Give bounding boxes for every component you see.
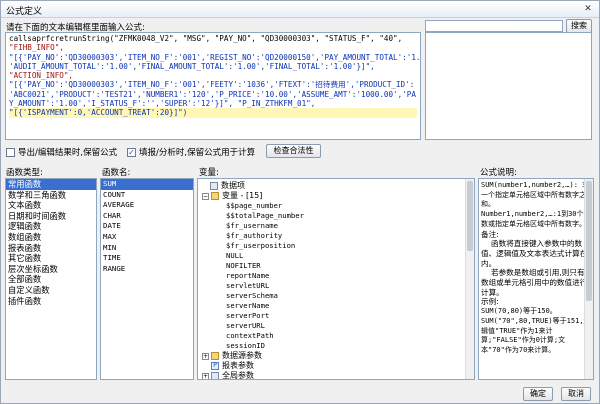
formula-description: SUM(number1,number2,…): 求一个指定单元格区域中所有数字之… bbox=[478, 178, 594, 380]
list-item[interactable]: 自定义函数 bbox=[6, 285, 96, 296]
parameter-icon: P bbox=[211, 362, 219, 370]
search-input[interactable] bbox=[425, 20, 563, 32]
func-name-header: 函数名: bbox=[102, 168, 131, 178]
database-icon bbox=[210, 182, 218, 190]
checkbox-box[interactable]: ✓ bbox=[127, 147, 136, 157]
tree-node-ds-params[interactable]: + 数据源参数 bbox=[202, 351, 262, 361]
list-item[interactable]: SUM bbox=[101, 179, 193, 190]
tree-leaf[interactable]: $$totalPage_number bbox=[226, 211, 304, 221]
tree-leaf[interactable]: $fr_userposition bbox=[226, 241, 295, 251]
checkbox-box[interactable] bbox=[6, 147, 15, 157]
search-results-panel bbox=[425, 32, 592, 140]
tree-leaf[interactable]: $fr_authority bbox=[226, 231, 282, 241]
editor-line: "[{'PAY_NO':'QD30000303','ITEM_NO_F':'00… bbox=[9, 52, 421, 62]
desc-line: 若参数是数组或引用,则只有数组或单元格引用中的数值进行计算。 bbox=[481, 268, 588, 297]
func-type-header: 函数类型: bbox=[6, 168, 43, 178]
list-item[interactable]: 插件函数 bbox=[6, 296, 96, 307]
editor-line: 'ABC0021','PRODUCT':'TEST21','NUMBER1':'… bbox=[9, 89, 416, 99]
vertical-scrollbar[interactable] bbox=[584, 179, 593, 379]
editor-line: Y_AMOUNT':'1.00','I_STATUS_F':'','SUPER'… bbox=[9, 99, 316, 109]
tree-leaf[interactable]: contextPath bbox=[226, 331, 274, 341]
list-item[interactable]: RANGE bbox=[101, 264, 193, 275]
desc-line: 函数将直接键入参数中的数值、逻辑值及文本表达式计算在内。 bbox=[481, 239, 588, 268]
globe-icon bbox=[211, 372, 219, 379]
list-item[interactable]: MAX bbox=[101, 232, 193, 243]
close-icon[interactable]: ✕ bbox=[581, 3, 595, 15]
tree-node-global-params[interactable]: + 全局参数 bbox=[202, 371, 254, 379]
title-bar: 公式定义 ✕ bbox=[1, 1, 599, 18]
validate-button[interactable]: 检查合法性 bbox=[266, 144, 321, 158]
search-button[interactable]: 搜索 bbox=[566, 19, 592, 33]
formula-editor[interactable]: callsaprfcretrunString("ZFMK0048_V2", "M… bbox=[5, 32, 421, 140]
tree-leaf[interactable]: serverURL bbox=[226, 321, 265, 331]
scrollbar-thumb[interactable] bbox=[467, 181, 473, 251]
desc-line: 备注: bbox=[481, 229, 499, 239]
list-item[interactable]: AVERAGE bbox=[101, 200, 193, 211]
tree-leaf[interactable]: servletURL bbox=[226, 281, 269, 291]
ok-button[interactable]: 确定 bbox=[523, 387, 553, 401]
func-name-list[interactable]: SUM COUNT AVERAGE CHAR DATE MAX MIN TIME… bbox=[100, 178, 194, 380]
list-item[interactable]: 常用函数 bbox=[6, 179, 96, 190]
tree-leaf[interactable]: NOFILTER bbox=[226, 261, 261, 271]
list-item[interactable]: 全部函数 bbox=[6, 274, 96, 285]
list-item[interactable]: CHAR bbox=[101, 211, 193, 222]
checkbox-label: 填报/分析时,保留公式用于计算 bbox=[139, 148, 256, 158]
list-item[interactable]: COUNT bbox=[101, 190, 193, 201]
list-item[interactable]: 数学和三角函数 bbox=[6, 190, 96, 201]
desc-header: 公式说明: bbox=[480, 168, 517, 178]
tree-leaf[interactable]: sessionID bbox=[226, 341, 265, 351]
desc-line: 示例: bbox=[481, 297, 499, 307]
list-item[interactable]: 层次坐标函数 bbox=[6, 264, 96, 275]
tree-leaf[interactable]: $$page_number bbox=[226, 201, 282, 211]
desc-line: SUM(number1,number2,…): 求一个指定单元格区域中所有数字之… bbox=[481, 181, 590, 209]
editor-line: callsaprfcretrunString("ZFMK0048_V2", "M… bbox=[9, 34, 403, 43]
list-item[interactable]: 日期和时间函数 bbox=[6, 211, 96, 222]
tree-node-report-params[interactable]: P 报表参数 bbox=[211, 361, 254, 371]
list-item[interactable]: TIME bbox=[101, 253, 193, 264]
desc-line: Number1,number2,…:1到30个参数或指定单元格区域中所有数字。 bbox=[481, 210, 591, 228]
tree-node-variables[interactable]: − 变量 - [15] bbox=[202, 191, 262, 201]
editor-line: 'AUDIT_AMOUNT_TOTAL':'1.00','FINAL_AMOUN… bbox=[9, 61, 375, 71]
editor-line: "[{'PAY_NO':'QD30000303','ITEM_NO_F':'00… bbox=[9, 80, 415, 90]
desc-line: SUM(70,80)等于150。 bbox=[481, 307, 557, 316]
expand-icon[interactable]: + bbox=[202, 372, 209, 379]
tree-leaf[interactable]: serverName bbox=[226, 301, 269, 311]
tree-leaf[interactable]: reportName bbox=[226, 271, 269, 281]
variables-tree[interactable]: 数据项 − 变量 - [15] $$page_number $$totalPage… bbox=[197, 178, 475, 380]
tree-node-data-items[interactable]: 数据项 bbox=[210, 181, 245, 191]
checkbox-label: 导出/编辑结果时,保留公式 bbox=[18, 148, 118, 158]
tree-leaf[interactable]: serverPort bbox=[226, 311, 269, 321]
expand-icon[interactable]: + bbox=[202, 352, 209, 360]
dialog-title: 公式定义 bbox=[6, 7, 43, 17]
editor-line: "[{'ISPAYMENT':0,'ACCOUNT_TREAT':20}]") bbox=[9, 108, 417, 118]
func-type-list[interactable]: 常用函数 数学和三角函数 文本函数 日期和时间函数 逻辑函数 数组函数 报表函数… bbox=[5, 178, 97, 380]
tree-leaf[interactable]: $fr_username bbox=[226, 221, 278, 231]
list-item[interactable]: 数组函数 bbox=[6, 232, 96, 243]
formula-dialog: 公式定义 ✕ 请在下面的文本编辑框里面输入公式: callsaprfcretru… bbox=[0, 0, 600, 404]
vars-header: 变量: bbox=[199, 168, 219, 178]
editor-line: "FIHB_INFO", bbox=[9, 43, 64, 53]
list-item[interactable]: DATE bbox=[101, 221, 193, 232]
keep-formula-calc-checkbox[interactable]: ✓ 填报/分析时,保留公式用于计算 bbox=[127, 146, 255, 158]
list-item[interactable]: 报表函数 bbox=[6, 243, 96, 254]
list-item[interactable]: 逻辑函数 bbox=[6, 221, 96, 232]
keep-formula-export-checkbox[interactable]: 导出/编辑结果时,保留公式 bbox=[6, 146, 117, 158]
scrollbar-thumb[interactable] bbox=[586, 181, 592, 301]
tree-leaf[interactable]: serverSchema bbox=[226, 291, 278, 301]
list-item[interactable]: 其它函数 bbox=[6, 253, 96, 264]
folder-icon bbox=[211, 192, 219, 200]
vertical-scrollbar[interactable] bbox=[465, 179, 474, 379]
list-item[interactable]: 文本函数 bbox=[6, 200, 96, 211]
cancel-button[interactable]: 取消 bbox=[561, 387, 591, 401]
list-item[interactable]: MIN bbox=[101, 243, 193, 254]
folder-icon bbox=[211, 352, 219, 360]
collapse-icon[interactable]: − bbox=[202, 192, 209, 200]
tree-leaf[interactable]: NULL bbox=[226, 251, 243, 261]
desc-line: SUM("70",80,TRUE)等于151,逻辑值"TRUE"作为1来计算;"… bbox=[481, 316, 591, 354]
